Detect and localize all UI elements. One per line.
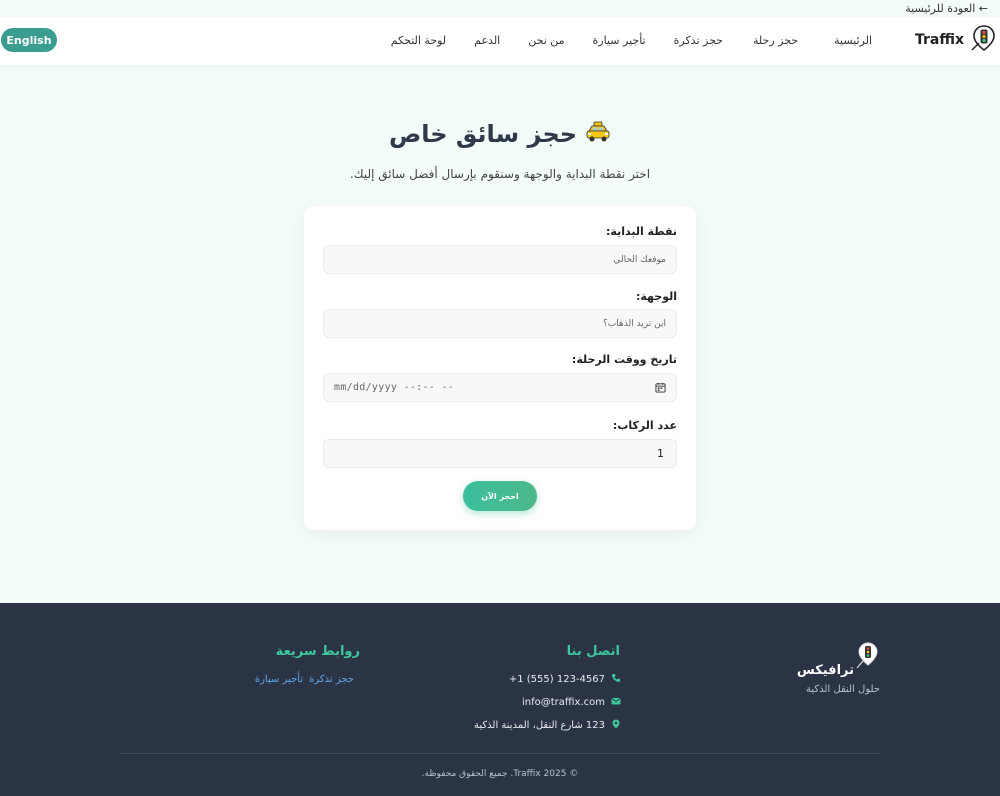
main-nav: الرئيسية حجز رحلة حجز تذكرة تأجير سيارة …: [391, 34, 872, 47]
quick-links: حجز تذكرة تأجير سيارة: [255, 674, 354, 685]
footer-traffic-light-icon: [856, 641, 880, 673]
contact-phone-text: +1 (555) 123-4567: [508, 674, 605, 685]
quick-link-book-ticket[interactable]: حجز تذكرة: [309, 674, 354, 685]
nav-item-book-trip[interactable]: حجز رحلة: [753, 34, 798, 47]
traffic-light-logo-icon: [970, 24, 998, 56]
footer-divider: [120, 753, 880, 754]
datetime-placeholder: mm/dd/yyyy --:-- --: [334, 382, 455, 393]
contact-address-text: 123 شارع النقل، المدينة الذكية: [474, 720, 605, 731]
nav-item-home[interactable]: الرئيسية: [834, 34, 872, 47]
booking-form: نقطة البداية: الوجهة: تاريخ ووقت الرحلة:…: [304, 206, 696, 530]
nav-item-book-ticket[interactable]: حجز تذكرة: [674, 34, 723, 47]
brand-name: Traffix: [914, 32, 964, 48]
start-point-input[interactable]: [323, 245, 677, 274]
back-to-home-link[interactable]: ← العودة للرئيسية: [905, 2, 988, 15]
location-pin-icon: [611, 719, 621, 732]
destination-input[interactable]: [323, 309, 677, 338]
book-now-button[interactable]: احجز الآن: [463, 481, 537, 511]
quick-link-car-rental[interactable]: تأجير سيارة: [255, 674, 303, 685]
footer: ترافيكس حلول النقل الذكية اتصل بنا +1 (5…: [0, 603, 1000, 796]
contact-email-text[interactable]: info@traffix.com: [522, 697, 605, 708]
brand[interactable]: Traffix: [915, 25, 998, 55]
destination-label: الوجهة:: [635, 290, 677, 303]
envelope-icon: [611, 696, 621, 709]
datetime-input[interactable]: mm/dd/yyyy --:-- --: [323, 373, 677, 402]
nav-item-car-rental[interactable]: تأجير سيارة: [593, 34, 646, 47]
contact-title: اتصل بنا: [566, 644, 620, 659]
contact-phone: +1 (555) 123-4567: [509, 673, 621, 686]
calendar-icon[interactable]: [655, 378, 666, 397]
language-toggle-button[interactable]: English: [1, 28, 57, 52]
quick-links-title: روابط سريعة: [275, 644, 360, 659]
contact-email: info@traffix.com: [522, 696, 621, 709]
page-title-text: حجز سائق خاص: [388, 120, 578, 148]
footer-brand-name: ترافيكس: [796, 663, 854, 678]
datetime-label: تاريخ ووقت الرحلة:: [571, 353, 677, 366]
page-title: حجز سائق خاص: [0, 120, 1000, 149]
passengers-input[interactable]: [323, 439, 677, 468]
start-label: نقطة البداية:: [606, 225, 677, 238]
footer-tagline: حلول النقل الذكية: [806, 684, 880, 695]
nav-item-dashboard[interactable]: لوحة التحكم: [391, 34, 446, 47]
nav-item-about[interactable]: من نحن: [528, 34, 564, 47]
phone-icon: [611, 673, 621, 686]
nav-item-support[interactable]: الدعم: [474, 34, 500, 47]
passengers-label: عدد الركاب:: [612, 419, 677, 432]
copyright: © Traffix 2025. جميع الحقوق محفوظة.: [421, 769, 579, 779]
contact-address: 123 شارع النقل، المدينة الذكية: [474, 719, 621, 732]
taxi-icon: [585, 121, 611, 149]
page-subtitle: اختر نقطة البداية والوجهة وسنقوم بإرسال …: [349, 167, 651, 181]
navbar: Traffix الرئيسية حجز رحلة حجز تذكرة تأجي…: [0, 17, 1000, 65]
